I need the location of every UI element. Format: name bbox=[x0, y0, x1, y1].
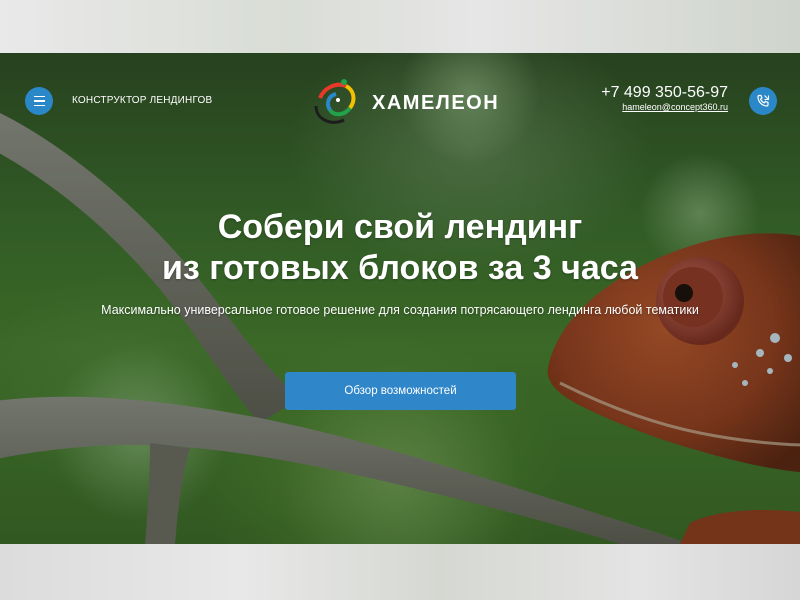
top-blur-strip bbox=[0, 0, 800, 53]
page-frame: Конструктор лендингов ХАМЕЛЕОН +7 499 35… bbox=[0, 0, 800, 600]
phone-number[interactable]: +7 499 350-56-97 bbox=[601, 84, 728, 102]
phone-icon bbox=[757, 94, 770, 107]
hero-headline: Собери свой лендинг из готовых блоков за… bbox=[0, 207, 800, 289]
hero-subtitle: Максимально универсальное готовое решени… bbox=[101, 303, 699, 317]
bottom-blur-strip bbox=[0, 544, 800, 600]
headline-line-1: Собери свой лендинг bbox=[217, 208, 583, 246]
features-overview-button[interactable]: Обзор возможностей bbox=[285, 372, 516, 410]
email-link[interactable]: hameleon@concept360.ru bbox=[622, 102, 728, 112]
chameleon-logo-icon bbox=[314, 79, 356, 124]
call-button[interactable] bbox=[749, 87, 777, 115]
logo-text: ХАМЕЛЕОН bbox=[372, 91, 500, 114]
logo[interactable]: ХАМЕЛЕОН bbox=[310, 76, 499, 128]
hamburger-icon bbox=[33, 94, 45, 108]
headline-line-2: из готовых блоков за 3 часа bbox=[162, 249, 638, 287]
constructor-label: Конструктор лендингов bbox=[72, 95, 213, 106]
menu-button[interactable] bbox=[25, 87, 53, 115]
